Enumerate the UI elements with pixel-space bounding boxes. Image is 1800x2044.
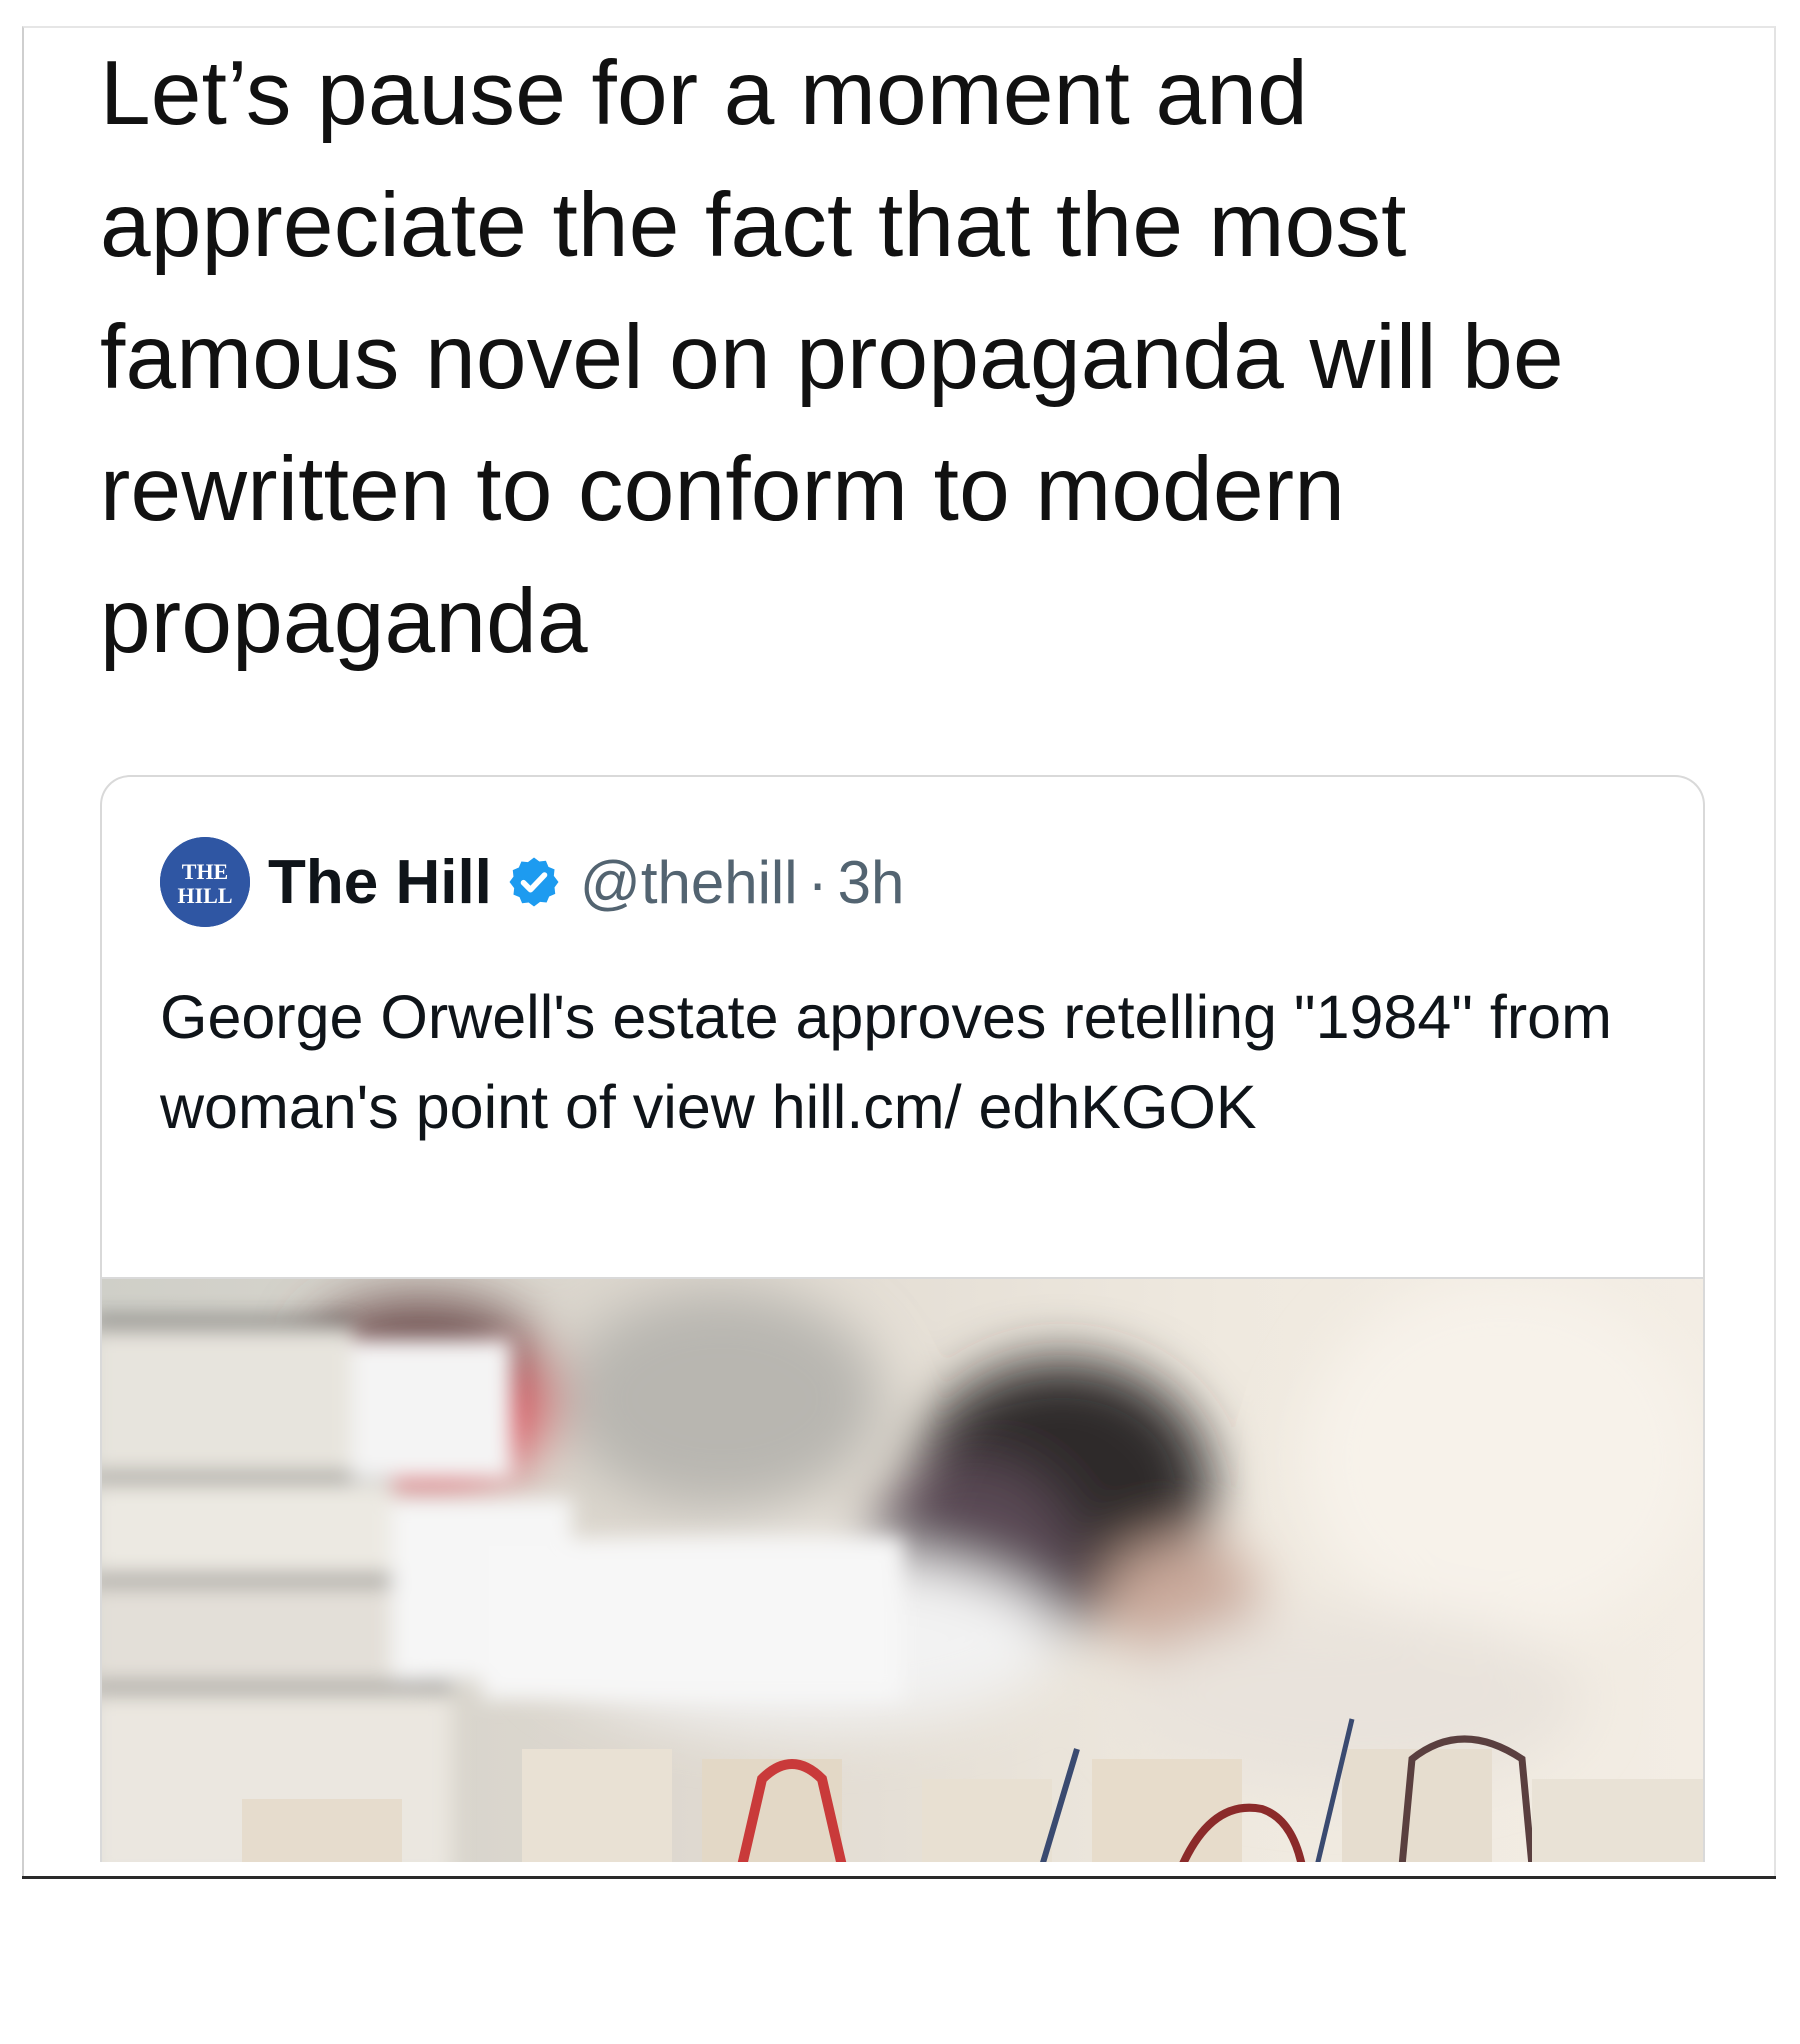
separator-dot: ·	[807, 848, 828, 916]
quoted-tweet-text: George Orwell's estate approves retellin…	[160, 983, 1612, 1141]
quoted-tweet-header: THE HILL The Hill @thehill · 3h	[160, 837, 904, 927]
frame-bottom-rule	[22, 1876, 1776, 1879]
quoted-tweet-card[interactable]: THE HILL The Hill @thehill · 3h George O…	[100, 775, 1705, 1862]
avatar[interactable]: THE HILL	[160, 837, 250, 927]
svg-text:HILL: HILL	[177, 883, 232, 908]
the-hill-logo-icon: THE HILL	[160, 837, 250, 927]
handle[interactable]: @thehill	[580, 848, 798, 917]
quoted-tweet-media[interactable]	[102, 1277, 1703, 1862]
blurred-books-photo	[102, 1279, 1703, 1862]
tweet-text: Let’s pause for a moment and appreciate …	[100, 43, 1564, 672]
timestamp[interactable]: 3h	[838, 848, 905, 917]
verified-badge-icon	[506, 854, 562, 910]
svg-text:THE: THE	[182, 859, 228, 884]
display-name[interactable]: The Hill	[268, 847, 492, 918]
